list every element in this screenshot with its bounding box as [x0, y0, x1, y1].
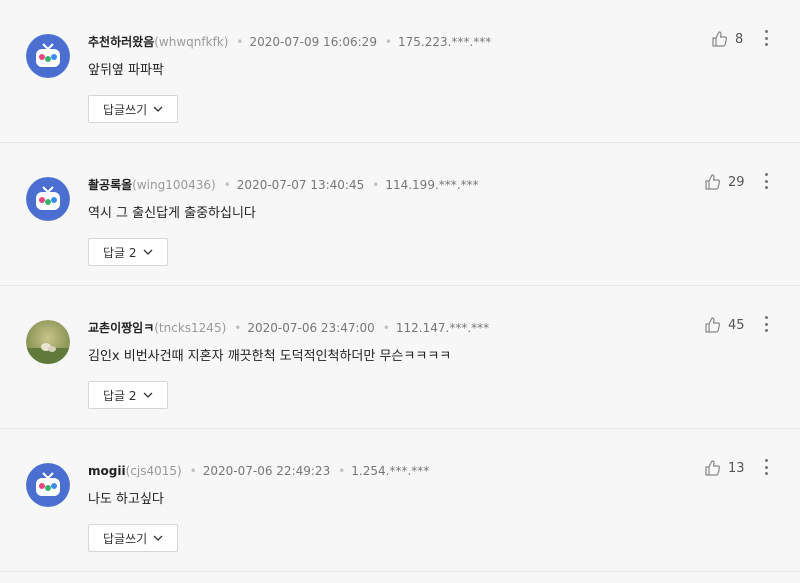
separator-dot: • [382, 321, 390, 335]
like-button[interactable]: 8 [711, 30, 743, 48]
user-id: (tncks1245) [154, 321, 227, 335]
comment-date: 2020-07-06 23:47:00 [247, 321, 375, 335]
robot-avatar-icon[interactable] [26, 177, 70, 221]
separator-dot: • [189, 464, 197, 478]
robot-avatar-icon[interactable] [26, 34, 70, 78]
like-count: 8 [735, 31, 744, 47]
comment-item: 교촌이짱임ㅋ(tncks1245) • 2020-07-06 23:47:00 • 11… [0, 286, 800, 429]
thumbs-up-icon [712, 31, 728, 47]
comment-meta: 촬공록올(wing100436) • 2020-07-07 13:40:45 • 114… [88, 177, 479, 193]
comment-item: 촬공록올(wing100436) • 2020-07-07 13:40:45 • 114… [0, 143, 800, 286]
like-count: 13 [728, 460, 745, 476]
like-button[interactable]: 45 [704, 316, 745, 334]
separator-dot: • [384, 35, 393, 49]
robot-avatar-icon[interactable] [26, 463, 70, 507]
comment-meta: 추천하러왔음(whwqnfkfk) • 2020-07-09 16:06:29 • 17… [88, 34, 491, 50]
comment-date: 2020-07-09 16:06:29 [249, 35, 377, 49]
nickname[interactable]: mogii [88, 464, 126, 478]
photo-avatar[interactable] [26, 320, 70, 364]
comment-list: 추천하러왔음(whwqnfkfk) • 2020-07-09 16:06:29 • 17… [0, 0, 800, 572]
separator-dot: • [223, 178, 231, 192]
chevron-down-icon [143, 249, 152, 255]
like-count: 29 [728, 174, 745, 190]
user-id: (cjs4015) [125, 464, 182, 478]
thumbs-up-icon [705, 317, 721, 333]
like-count: 45 [728, 317, 745, 333]
chevron-down-icon [153, 535, 163, 541]
comment-date: 2020-07-06 22:49:23 [202, 464, 331, 478]
comment-text: 김인x 비번사건때 지혼자 깨끗한척 도덕적인척하더만 무슨ㅋㅋㅋㅋ [88, 349, 452, 364]
comment-item: 추천하러왔음(whwqnfkfk) • 2020-07-09 16:06:29 • 17… [0, 0, 800, 143]
comment-item: mogii(cjs4015) • 2020-07-06 22:49:23 • 1.254… [0, 429, 800, 572]
like-button[interactable]: 29 [704, 173, 745, 191]
comment-meta: mogii(cjs4015) • 2020-07-06 22:49:23 • 1.254… [88, 463, 429, 479]
separator-dot: • [338, 464, 346, 478]
like-button[interactable]: 13 [704, 459, 745, 477]
comment-text: 나도 하고싶다 [88, 492, 164, 507]
ip-address: 175.223.***.*** [398, 35, 492, 49]
comment-text: 앞뒤옆 파파팍 [88, 63, 164, 78]
reply-button[interactable]: 답글 2 [88, 381, 168, 409]
user-id: (wing100436) [132, 178, 216, 192]
nickname[interactable]: 교촌이짱임ㅋ [88, 321, 154, 335]
nickname[interactable]: 추천하러왔음 [88, 35, 154, 49]
ip-address: 1.254.***.*** [351, 464, 430, 478]
more-options-icon[interactable] [762, 316, 770, 332]
chevron-down-icon [153, 106, 163, 112]
reply-button[interactable]: 답글 2 [88, 238, 168, 266]
more-options-icon[interactable] [762, 173, 770, 189]
comment-meta: 교촌이짱임ㅋ(tncks1245) • 2020-07-06 23:47:00 • 11… [88, 320, 489, 336]
reply-label: 답글 2 [103, 245, 137, 260]
reply-label: 답글쓰기 [103, 102, 148, 117]
reply-label: 답글쓰기 [103, 531, 148, 546]
ip-address: 112.147.***.*** [395, 321, 490, 335]
reply-label: 답글 2 [103, 388, 137, 403]
separator-dot: • [234, 321, 242, 335]
separator-dot: • [236, 35, 244, 49]
nickname[interactable]: 촬공록올 [88, 178, 132, 192]
chevron-down-icon [143, 392, 152, 398]
more-options-icon[interactable] [762, 30, 770, 46]
comment-text: 역시 그 출신답게 출중하십니다 [88, 206, 256, 221]
thumbs-up-icon [705, 174, 721, 190]
more-options-icon[interactable] [762, 459, 770, 475]
reply-button[interactable]: 답글쓰기 [88, 524, 179, 552]
comment-date: 2020-07-07 13:40:45 [236, 178, 365, 192]
separator-dot: • [372, 178, 380, 192]
thumbs-up-icon [705, 460, 721, 476]
user-id: (whwqnfkfk) [154, 35, 229, 49]
reply-button[interactable]: 답글쓰기 [88, 95, 179, 123]
ip-address: 114.199.***.*** [385, 178, 479, 192]
